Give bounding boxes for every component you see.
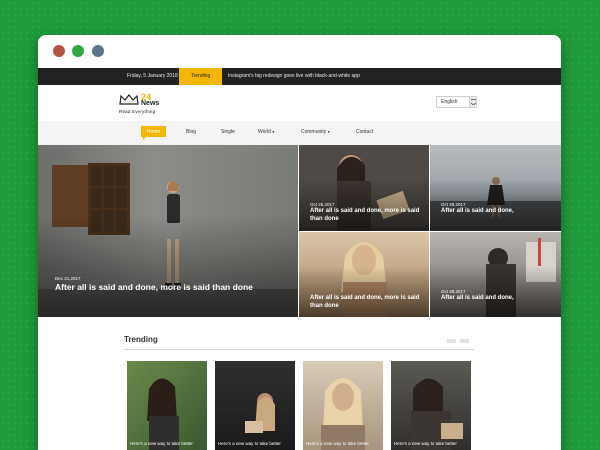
- story-title[interactable]: After all is said and done, more is said…: [310, 295, 428, 311]
- close-dot-icon[interactable]: [53, 45, 65, 57]
- featured-story[interactable]: Dec 21,2017 After all is said and done, …: [38, 145, 298, 317]
- caret-down-icon: ▾: [272, 129, 275, 134]
- side-story[interactable]: Oct 28,2017 After all is said and done, …: [299, 145, 429, 231]
- prev-arrow-icon[interactable]: [447, 339, 456, 343]
- chevron-down-icon: [469, 97, 476, 107]
- browser-window: Friday, 5 January 2018 Trending Instagra…: [38, 35, 561, 450]
- story-date: Oct 28,2017: [441, 289, 466, 294]
- language-select[interactable]: English: [436, 96, 477, 108]
- story-title[interactable]: After all is said and done,: [441, 295, 559, 303]
- story-date: Dec 21,2017: [55, 276, 81, 281]
- card-caption: Here's a new way to take better: [306, 441, 369, 446]
- story-title[interactable]: After all is said and done, more is said…: [310, 208, 428, 224]
- person-image: [321, 378, 365, 450]
- nav-item-community-label: Community: [301, 129, 327, 135]
- side-story[interactable]: Oct 28,2017 After all is said and done,: [430, 145, 561, 231]
- trending-tag-label: Trending: [190, 73, 211, 79]
- nav-item-world[interactable]: World ▾: [258, 129, 274, 135]
- divider: [124, 349, 474, 350]
- breaking-headline[interactable]: Instagram's big redesign goes live with …: [228, 73, 360, 79]
- language-value: English: [441, 99, 458, 105]
- nav-item-contact[interactable]: Contact: [356, 129, 373, 135]
- trending-card[interactable]: Here's a new way to take better: [127, 361, 207, 450]
- current-date: Friday, 5 January 2018: [127, 73, 178, 79]
- next-arrow-icon[interactable]: [460, 339, 469, 343]
- nav-item-community[interactable]: Community ▾: [301, 129, 330, 135]
- caret-down-icon: ▾: [327, 129, 330, 134]
- main-nav: Home Blog Single World ▾ Community ▾ Con…: [38, 121, 561, 145]
- window-chrome: [38, 35, 561, 68]
- trending-card[interactable]: Here's a new way to take better: [215, 361, 295, 450]
- card-caption: Here's a new way to take better: [218, 441, 281, 446]
- trending-card[interactable]: Here's a new way to take better: [303, 361, 383, 450]
- story-title[interactable]: After all is said and done,: [441, 208, 559, 216]
- site-logo[interactable]: 24 News Read Everything: [119, 92, 169, 116]
- trending-card[interactable]: Here's a new way to take better: [391, 361, 471, 450]
- story-title[interactable]: After all is said and done, more is said…: [55, 282, 285, 293]
- logo-tagline: Read Everything: [119, 109, 156, 114]
- person-image: [147, 378, 179, 450]
- top-bar: Friday, 5 January 2018 Trending Instagra…: [38, 68, 561, 89]
- card-caption: Here's a new way to take better: [394, 441, 457, 446]
- side-story[interactable]: Oct 28,2017 After all is said and done,: [430, 232, 561, 317]
- nav-item-home[interactable]: Home: [141, 126, 166, 140]
- hero-grid: Dec 21,2017 After all is said and done, …: [38, 145, 561, 317]
- crown-icon: [119, 94, 139, 105]
- story-date: Oct 28,2017: [441, 202, 466, 207]
- trending-tag[interactable]: Trending: [179, 68, 222, 89]
- logo-word: News: [141, 100, 160, 107]
- person-image: [411, 378, 463, 450]
- story-date: Oct 28,2017: [310, 202, 335, 207]
- card-caption: Here's a new way to take better: [130, 441, 193, 446]
- section-title: Trending: [124, 335, 158, 344]
- nav-item-single[interactable]: Single: [221, 129, 235, 135]
- side-story[interactable]: After all is said and done, more is said…: [299, 232, 429, 317]
- maximize-dot-icon[interactable]: [72, 45, 84, 57]
- nav-item-blog[interactable]: Blog: [186, 129, 196, 135]
- nav-item-world-label: World: [258, 129, 271, 135]
- minimize-dot-icon[interactable]: [92, 45, 104, 57]
- person-image: [245, 393, 275, 433]
- site-header: 24 News Read Everything English: [38, 85, 561, 121]
